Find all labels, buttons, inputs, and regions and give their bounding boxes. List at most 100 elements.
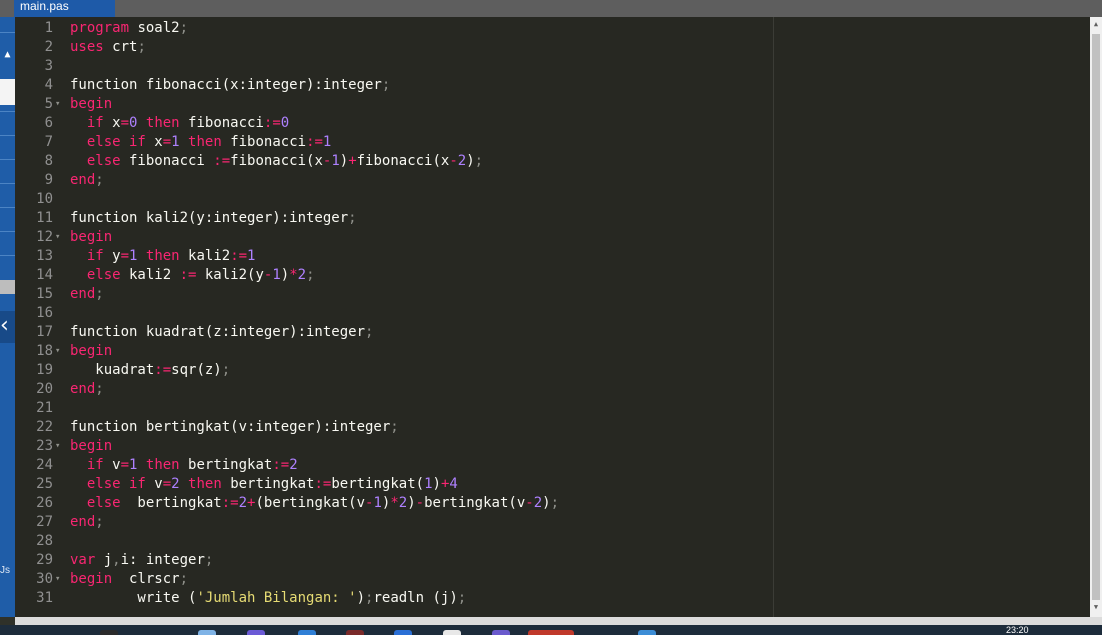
code-token: ; (95, 172, 104, 188)
code-line[interactable]: begin (70, 95, 112, 114)
code-token: * (289, 267, 298, 283)
bell-icon[interactable]: ▲ (2, 49, 13, 60)
code-token: uses (70, 39, 104, 55)
scroll-up-arrow-icon[interactable]: ▲ (1090, 17, 1102, 31)
code-token: else (86, 153, 121, 169)
code-line[interactable]: function kuadrat(z:integer):integer; (70, 323, 373, 342)
code-token: , (112, 552, 121, 568)
line-number: 26 (36, 495, 53, 511)
code-token: begin (70, 438, 113, 454)
sidebar-input-field[interactable] (0, 79, 15, 105)
code-token: := (314, 476, 332, 492)
code-line[interactable]: begin (70, 228, 112, 247)
code-line[interactable]: end; (70, 285, 104, 304)
code-line[interactable]: begin (70, 342, 112, 361)
code-line[interactable]: end; (70, 380, 104, 399)
sidebar-divider (0, 32, 15, 33)
line-number: 28 (36, 533, 53, 549)
code-token: 2 (297, 267, 307, 283)
code-line[interactable]: else kali2 := kali2(y-1)*2; (70, 266, 315, 285)
code-token: readln (j) (373, 590, 458, 606)
code-token: write ( (70, 590, 197, 606)
code-line[interactable]: if v=1 then bertingkat:=2 (70, 456, 298, 475)
code-token: ; (390, 419, 399, 435)
code-token: else if (86, 134, 146, 150)
code-line[interactable]: function kali2(y:integer):integer; (70, 209, 357, 228)
taskbar-app-icon[interactable] (247, 630, 265, 635)
code-line[interactable]: var j,i: integer; (70, 551, 213, 570)
code-token: begin (70, 343, 113, 359)
code-line[interactable]: if y=1 then kali2:=1 (70, 247, 256, 266)
code-line[interactable]: function bertingkat(v:integer):integer; (70, 418, 399, 437)
code-line[interactable]: begin clrscr; (70, 570, 188, 589)
taskbar-app-icon[interactable] (443, 630, 461, 635)
code-token: ; (179, 571, 189, 587)
taskbar-clock[interactable]: 23:20 (1006, 625, 1029, 635)
collapse-sidebar-chevron-icon[interactable]: ‹ (0, 311, 15, 343)
taskbar-app-icon[interactable] (198, 630, 216, 635)
line-number: 8 (44, 153, 53, 169)
code-token: 2 (289, 457, 298, 473)
line-number: 15 (36, 286, 53, 302)
file-tab[interactable]: main.pas (14, 0, 115, 17)
code-token: := (179, 267, 197, 283)
code-token: end (70, 381, 96, 397)
code-line[interactable]: else fibonacci :=fibonacci(x-1)+fibonacc… (70, 152, 483, 171)
code-token: else if (86, 476, 146, 492)
code-line[interactable]: else bertingkat:=2+(bertingkat(v-1)*2)-b… (70, 494, 559, 513)
code-line[interactable]: else if v=2 then bertingkat:=bertingkat(… (70, 475, 458, 494)
sidebar-divider (0, 183, 15, 184)
taskbar-app-icon[interactable] (298, 630, 316, 635)
line-number: 30 (36, 571, 53, 587)
code-token: ; (550, 495, 560, 511)
line-number: 4 (44, 77, 53, 93)
sidebar-block (0, 280, 15, 294)
code-line[interactable]: end; (70, 513, 104, 532)
fold-toggle-icon[interactable]: ▾ (55, 342, 63, 361)
code-line[interactable]: kuadrat:=sqr(z); (70, 361, 230, 380)
taskbar-app-icon[interactable] (394, 630, 412, 635)
code-line[interactable]: function fibonacci(x:integer):integer; (70, 76, 390, 95)
taskbar-app-icon[interactable] (346, 630, 364, 635)
code-line[interactable]: else if x=1 then fibonacci:=1 (70, 133, 332, 152)
taskbar-app-icon[interactable] (100, 630, 118, 635)
scroll-down-arrow-icon[interactable]: ▼ (1090, 600, 1102, 614)
code-line[interactable]: program soal2; (70, 19, 188, 38)
code-token: x (103, 115, 121, 131)
line-number: 16 (36, 305, 53, 321)
taskbar-app-icon[interactable] (638, 630, 656, 635)
code-token: * (390, 495, 399, 511)
taskbar-active-app-icon[interactable] (528, 630, 574, 635)
code-token: end (70, 172, 96, 188)
horizontal-scrollbar[interactable] (15, 617, 1102, 625)
vertical-scrollbar-thumb[interactable] (1092, 34, 1100, 600)
code-line[interactable]: uses crt; (70, 38, 146, 57)
code-token: ; (137, 39, 146, 55)
code-token: function fibonacci(x:integer):integer (70, 77, 382, 93)
fold-toggle-icon[interactable]: ▾ (55, 437, 63, 456)
code-token: program (70, 20, 130, 36)
code-line[interactable]: write ('Jumlah Bilangan: ');readln (j); (70, 589, 466, 608)
taskbar-app-icon[interactable] (492, 630, 510, 635)
line-number: 25 (36, 476, 53, 492)
sidebar-partial-label: Js (0, 565, 10, 576)
code-token: fibonacci (221, 134, 307, 150)
code-token: crt (103, 39, 138, 55)
fold-toggle-icon[interactable]: ▾ (55, 228, 63, 247)
fold-toggle-icon[interactable]: ▾ (55, 95, 63, 114)
code-line[interactable]: if x=0 then fibonacci:=0 (70, 114, 289, 133)
line-number: 7 (44, 134, 53, 150)
line-number: 29 (36, 552, 53, 568)
code-line[interactable]: begin (70, 437, 112, 456)
code-token: 1 (322, 134, 332, 150)
code-editor[interactable] (64, 17, 1090, 617)
code-token: := (263, 115, 281, 131)
fold-toggle-icon[interactable]: ▾ (55, 570, 63, 589)
code-token: := (213, 153, 231, 169)
code-token: ; (381, 77, 391, 93)
code-line[interactable]: end; (70, 171, 104, 190)
